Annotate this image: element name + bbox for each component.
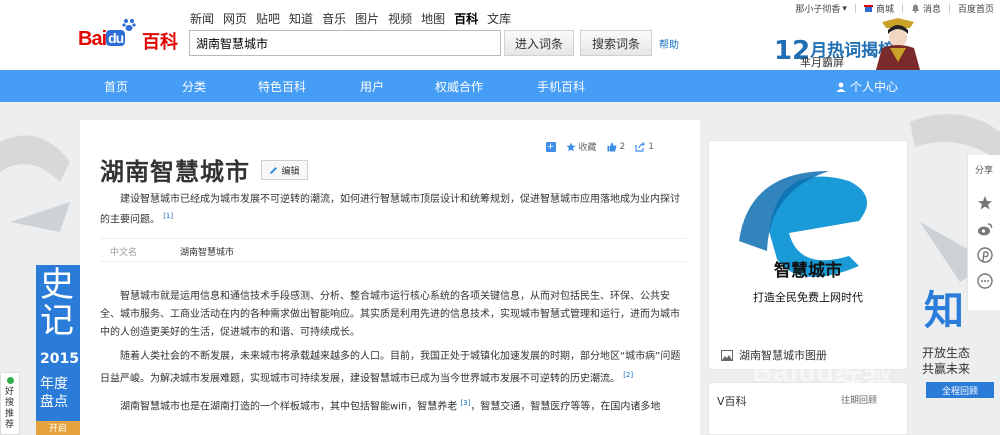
image-icon bbox=[721, 349, 733, 361]
bell-icon bbox=[911, 4, 919, 13]
product-nav-item[interactable]: 知道 bbox=[289, 10, 313, 27]
shop-icon bbox=[863, 5, 873, 12]
pinterest-icon[interactable] bbox=[977, 247, 993, 263]
promo-line: 盘点 bbox=[40, 394, 68, 410]
product-nav-item[interactable]: 贴吧 bbox=[256, 10, 280, 27]
nav-cooperation[interactable]: 权威合作 bbox=[435, 78, 483, 95]
hot-words-ad-subtitle: 芈月霸屏 bbox=[800, 56, 844, 69]
info-key: 中文名 bbox=[110, 248, 138, 258]
chevron-down-icon: ▾ bbox=[842, 3, 847, 14]
page-title: 湖南智慧城市 bbox=[100, 157, 250, 186]
product-nav: 新闻 网页 贴吧 知道 音乐 图片 视频 地图 百科 文库 bbox=[190, 10, 520, 27]
product-nav-item[interactable]: 音乐 bbox=[322, 10, 346, 27]
divider bbox=[901, 4, 903, 13]
main-navbar: 首页 分类 特色百科 用户 权威合作 手机百科 个人中心 bbox=[0, 70, 1000, 102]
promo-year: 2015 bbox=[40, 351, 79, 367]
open-ecosystem-promo[interactable]: 知 开放生态 共赢未来 全程回顾 bbox=[918, 278, 1000, 398]
logo-baike-text: 百科 bbox=[142, 32, 178, 53]
search-entry-button[interactable]: 搜索词条 bbox=[580, 30, 652, 56]
star-icon[interactable] bbox=[977, 195, 993, 211]
promo-title: 史记 bbox=[40, 265, 74, 341]
nav-mobile[interactable]: 手机百科 bbox=[537, 78, 585, 95]
like-button[interactable]: 2 bbox=[607, 142, 625, 152]
image-title: 智慧城市 bbox=[774, 260, 842, 281]
product-nav-item[interactable]: 图片 bbox=[355, 10, 379, 27]
mall-link[interactable]: 商城 bbox=[863, 2, 894, 15]
promo-line: 年度 bbox=[40, 376, 68, 392]
add-button[interactable]: + bbox=[545, 141, 556, 152]
ad-character-image bbox=[876, 18, 920, 70]
basic-info-table: 中文名 湖南智慧城市 bbox=[100, 238, 686, 262]
nav-home[interactable]: 首页 bbox=[104, 78, 128, 95]
promo-open-button[interactable]: 开启 bbox=[36, 421, 80, 435]
share-icon bbox=[635, 141, 646, 152]
weibo-icon[interactable] bbox=[977, 221, 993, 237]
plus-icon: + bbox=[545, 141, 556, 152]
image-slogan: 打造全民免费上网时代 bbox=[753, 290, 863, 304]
promo-review-button[interactable]: 全程回顾 bbox=[926, 382, 994, 398]
baidu-home-link[interactable]: 百度首页 bbox=[958, 2, 994, 15]
thumbs-up-icon bbox=[607, 142, 617, 151]
divider bbox=[854, 4, 856, 13]
paragraph: 湖南智慧城市也是在湖南打造的一个样板城市，其中包括智能wifi，智慧养老 [3]… bbox=[120, 399, 661, 413]
reference-link[interactable]: [2] bbox=[623, 371, 633, 379]
product-nav-item[interactable]: 视频 bbox=[388, 10, 412, 27]
share-button[interactable]: 1 bbox=[635, 142, 654, 152]
promo-zhi-glyph: 知 bbox=[924, 287, 964, 334]
star-icon bbox=[565, 142, 576, 151]
help-link[interactable]: 帮助 bbox=[659, 36, 679, 51]
messages-link[interactable]: 消息 bbox=[911, 2, 941, 15]
share-label: 分享 bbox=[975, 166, 994, 176]
article-panel: + 收藏 2 1 湖南智慧城市 编辑 建设智慧城市已经成为城市发展不可逆转的潮流… bbox=[80, 120, 700, 435]
user-center-link[interactable]: 个人中心 bbox=[836, 78, 898, 95]
username-link[interactable]: 那小子彻香 ▾ bbox=[795, 2, 847, 16]
product-nav-item[interactable]: 地图 bbox=[421, 10, 445, 27]
smart-city-logo-image: 智慧城市 打造全民免费上网时代 bbox=[709, 141, 907, 341]
user-icon bbox=[836, 82, 846, 92]
annual-review-promo[interactable]: 史记 2015 年度 盘点 开启 bbox=[36, 265, 80, 435]
user-bar: 那小子彻香 ▾ 商城 消息 百度首页 bbox=[787, 2, 994, 16]
article-actions: + 收藏 2 1 bbox=[536, 140, 654, 153]
favorite-button[interactable]: 收藏 bbox=[565, 140, 597, 153]
pencil-icon bbox=[270, 166, 278, 174]
info-value: 湖南智慧城市 bbox=[180, 248, 235, 258]
product-nav-item[interactable]: 网页 bbox=[223, 10, 247, 27]
promo-line: 开放生态 bbox=[922, 346, 971, 360]
good-recommend-tab[interactable]: 好搜推荐 bbox=[0, 372, 20, 435]
product-nav-item[interactable]: 文库 bbox=[487, 10, 511, 27]
paragraph: 智慧城市就是运用信息和通信技术手段感测、分析、整合城市运行核心系统的各项关键信息… bbox=[100, 291, 680, 338]
article-summary: 建设智慧城市已经成为城市发展不可逆转的潮流，如何进行智慧城市顶层设计和统筹规划，… bbox=[100, 192, 685, 228]
watermark-url: jingyan.baidu.com bbox=[790, 410, 903, 426]
baidu-baike-logo[interactable]: Bai du 百科 bbox=[78, 18, 180, 58]
article-body: 智慧城市就是运用信息和通信技术手段感测、分析、整合城市运行核心系统的各项关键信息… bbox=[100, 288, 685, 423]
promo-line: 共赢未来 bbox=[922, 362, 971, 376]
paragraph: 随着人类社会的不断发展，未来城市将承载越来越多的人口。目前，我国正处于城镇化加速… bbox=[100, 351, 681, 385]
summary-text: 建设智慧城市已经成为城市发展不可逆转的潮流，如何进行智慧城市顶层设计和统筹规划，… bbox=[100, 194, 680, 226]
album-card[interactable]: 智慧城市 打造全民免费上网时代 湖南智慧城市图册 bbox=[708, 140, 908, 370]
paw-icon bbox=[122, 19, 136, 31]
status-dot-icon bbox=[7, 377, 14, 384]
v-baike-more-link[interactable]: 往期回顾 bbox=[841, 393, 877, 406]
watermark: Baidu经验 bbox=[752, 356, 893, 387]
search-box bbox=[189, 30, 501, 56]
reference-link[interactable]: [3] bbox=[460, 399, 470, 407]
nav-featured[interactable]: 特色百科 bbox=[258, 78, 306, 95]
top-header: Baidu 百科 新闻网页贴吧知道音乐图片视频地图百科文库 进入词条 搜索词条 … bbox=[0, 0, 1000, 70]
search-input[interactable] bbox=[190, 31, 500, 55]
divider bbox=[948, 4, 950, 13]
reference-link[interactable]: [1] bbox=[163, 212, 173, 220]
v-baike-title: V百科 bbox=[717, 395, 747, 408]
nav-categories[interactable]: 分类 bbox=[182, 78, 206, 95]
good-recommend-label: 好搜推荐 bbox=[5, 387, 15, 430]
product-nav-item[interactable]: 百科 bbox=[454, 10, 478, 27]
edit-button[interactable]: 编辑 bbox=[261, 160, 308, 180]
product-nav-item[interactable]: 新闻 bbox=[190, 10, 214, 27]
nav-users[interactable]: 用户 bbox=[360, 78, 384, 95]
enter-entry-button[interactable]: 进入词条 bbox=[504, 30, 574, 56]
logo-wordmark: Bai du bbox=[78, 28, 126, 50]
